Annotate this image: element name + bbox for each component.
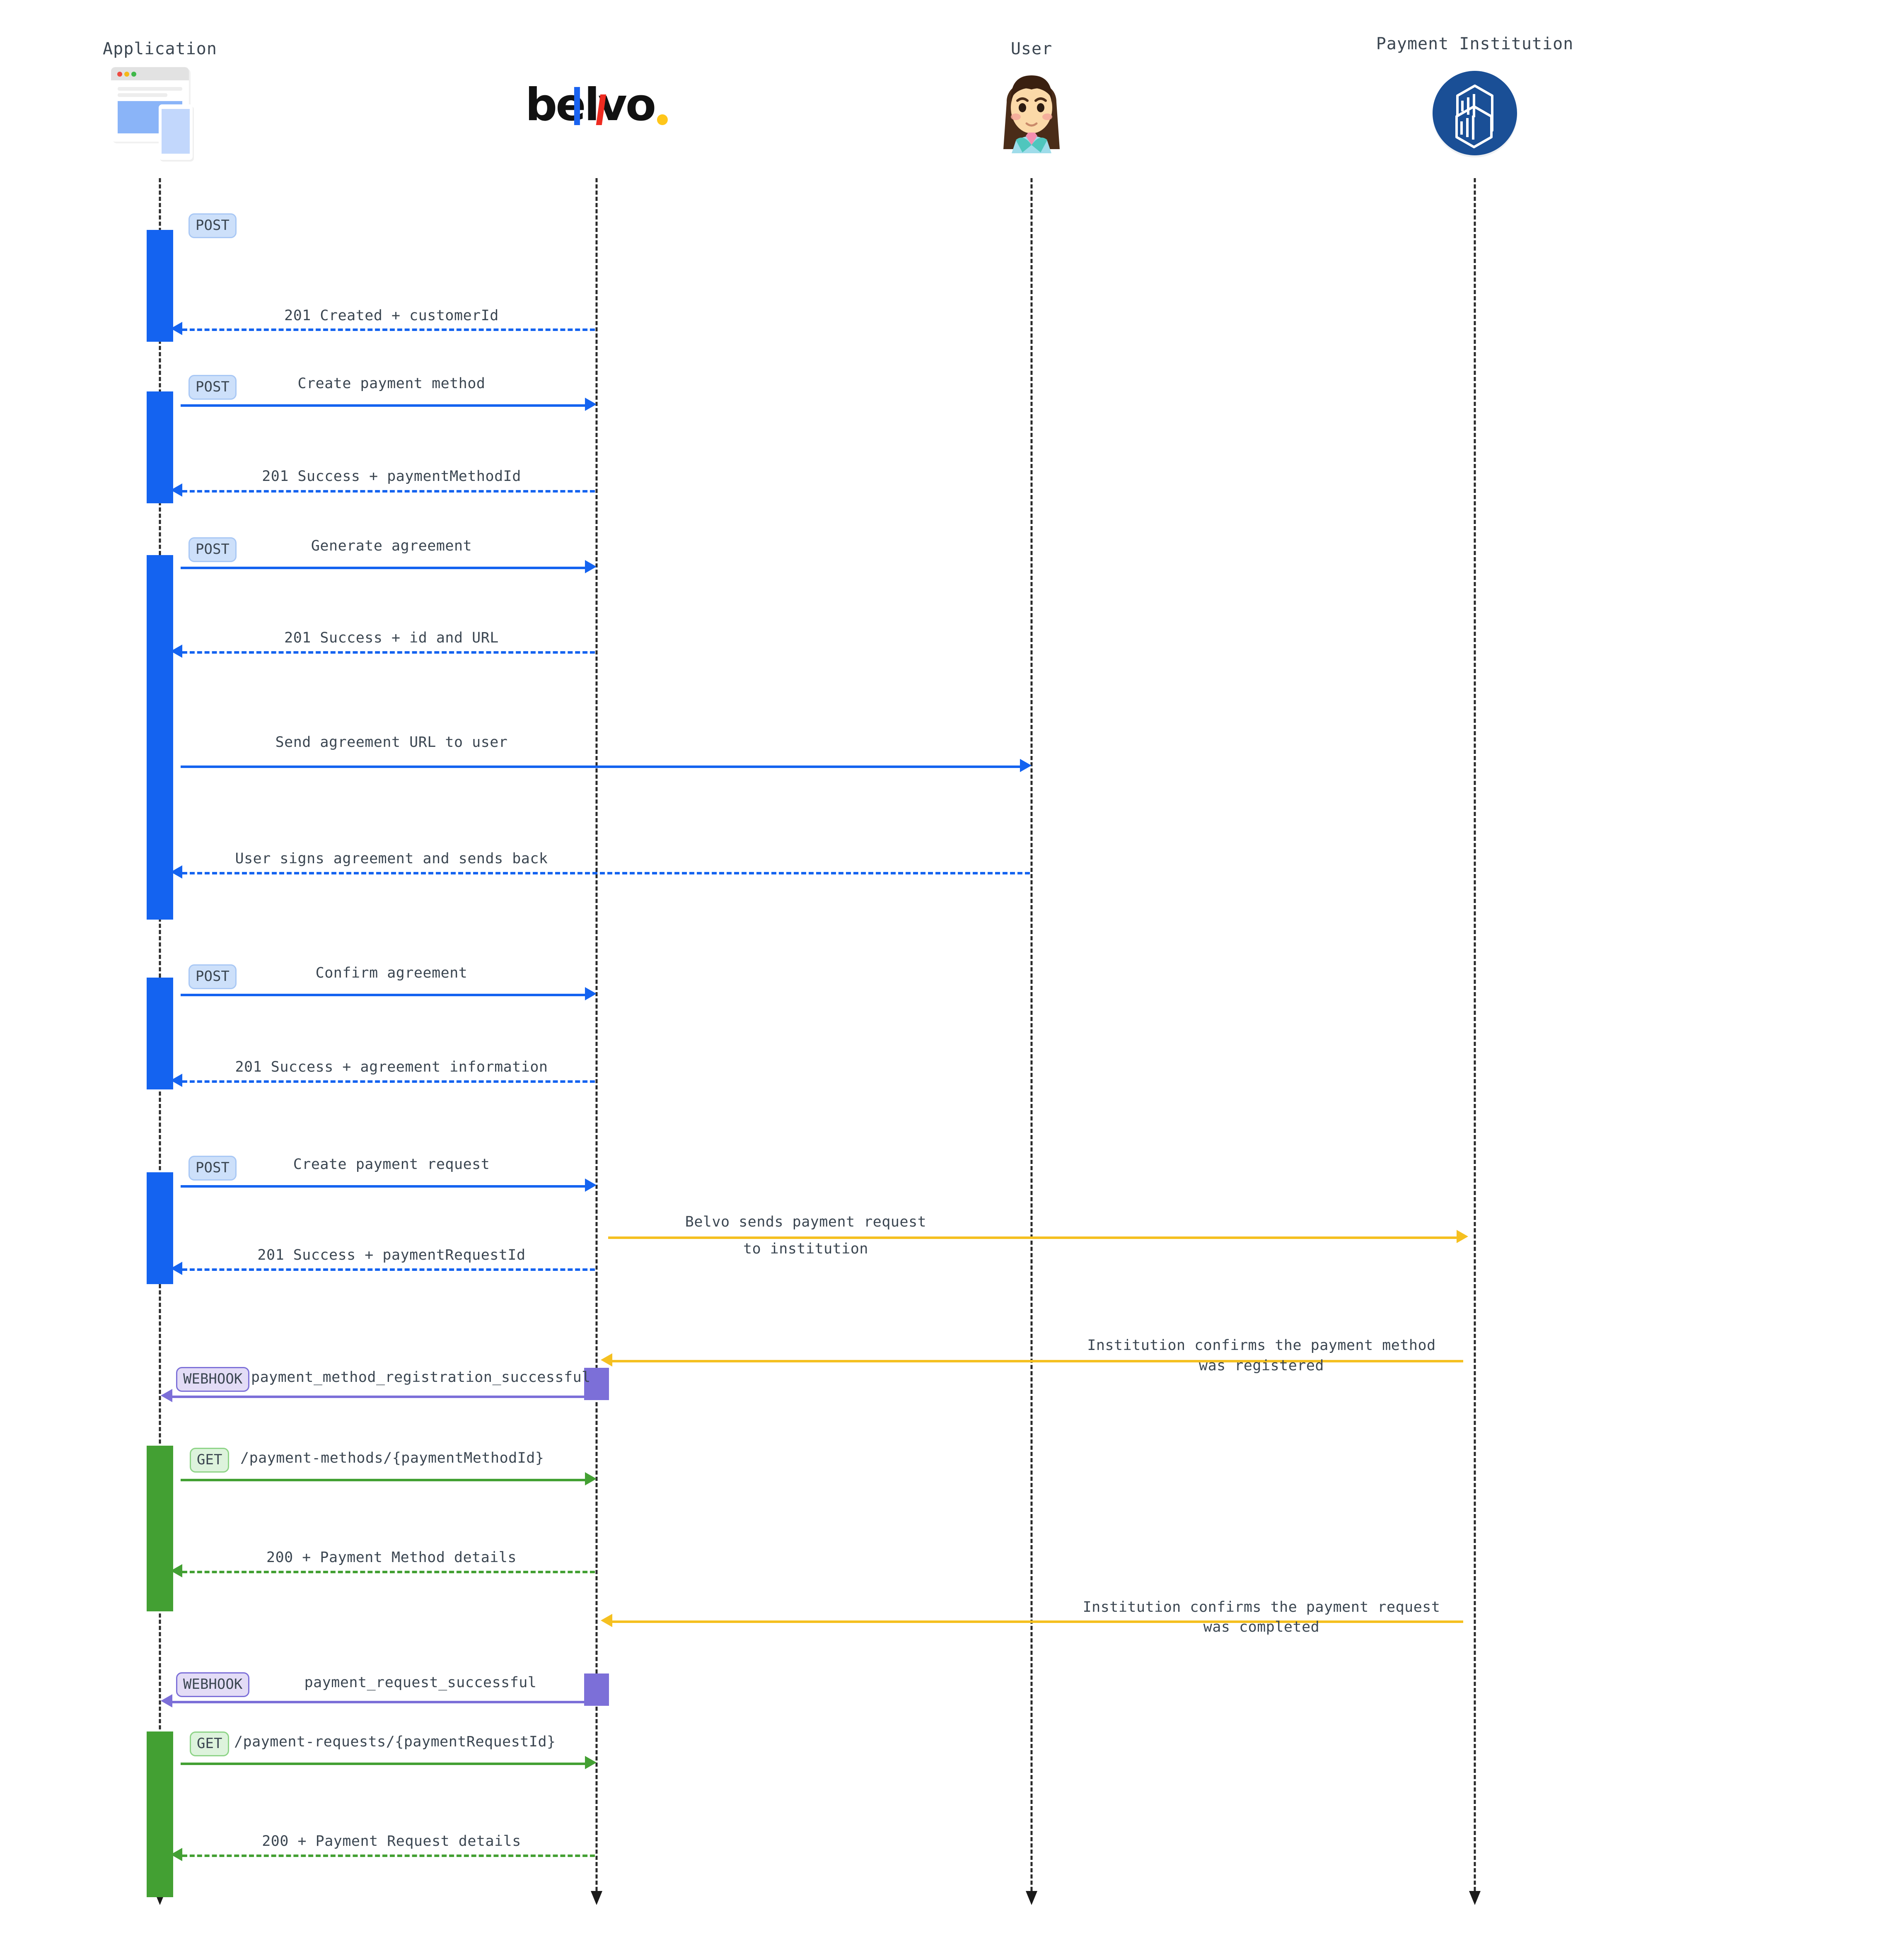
user-avatar-icon xyxy=(990,62,1073,159)
message-line-get-payment-requests xyxy=(181,1763,587,1765)
lifeline-end-arrow-user xyxy=(1026,1891,1037,1905)
message-label-institution-confirms-request-line2: was completed xyxy=(1203,1619,1320,1635)
activation-application-7 xyxy=(147,1731,173,1897)
message-line-generate-agreement xyxy=(181,567,587,569)
message-label-payment-request-successful: payment_request_successful xyxy=(304,1674,537,1691)
message-arrowhead-webhook-payment-request xyxy=(161,1694,172,1707)
message-label-201-payment-request-id: 201 Success + paymentRequestId xyxy=(257,1247,526,1263)
message-arrowhead-institution-confirms-request xyxy=(601,1614,612,1627)
message-line-user-signs-agreement xyxy=(182,872,1030,874)
message-label-payment-method-registration-successful: payment_method_registration_successful xyxy=(251,1369,591,1386)
belvo-dot xyxy=(657,114,668,125)
message-label-user-signs-agreement: User signs agreement and sends back xyxy=(235,850,548,867)
belvo-logo: belvo xyxy=(525,83,668,128)
message-line-belvo-sends-request xyxy=(608,1236,1458,1239)
message-arrowhead-confirm-agreement xyxy=(585,987,597,1000)
message-arrowhead-webhook-payment-method xyxy=(161,1389,172,1402)
message-label-institution-confirms-request-line1: Institution confirms the payment request xyxy=(1082,1599,1440,1616)
badge-webhook-2: WEBHOOK xyxy=(176,1672,250,1697)
message-arrowhead-201-payment-method-id xyxy=(171,483,182,497)
badge-get-2: GET xyxy=(190,1731,230,1756)
activation-application-1 xyxy=(147,230,173,342)
message-line-201-payment-method-id xyxy=(182,490,595,493)
message-arrowhead-201-created xyxy=(171,322,182,335)
browser-window-icon xyxy=(110,66,210,162)
message-label-get-payment-methods: /payment-methods/{paymentMethodId} xyxy=(240,1450,544,1466)
actor-label-user: User xyxy=(1010,39,1053,58)
badge-get-1: GET xyxy=(190,1448,230,1473)
message-label-belvo-sends-request-line1: Belvo sends payment request xyxy=(685,1214,927,1230)
belvo-blue-bar xyxy=(574,87,580,125)
activation-belvo-webhook-2 xyxy=(584,1673,609,1706)
message-label-institution-confirms-method-line2: was registered xyxy=(1198,1357,1324,1374)
message-line-201-agreement-information xyxy=(182,1080,595,1083)
lifeline-payment-institution xyxy=(1474,178,1476,1891)
message-line-200-payment-request-details xyxy=(182,1855,595,1857)
message-label-create-payment-request: Create payment request xyxy=(293,1156,490,1173)
message-line-get-payment-methods xyxy=(181,1479,587,1481)
message-arrowhead-send-agreement-url xyxy=(1020,759,1032,772)
lifeline-end-arrow-belvo xyxy=(591,1891,602,1905)
message-line-create-payment-request xyxy=(181,1185,587,1188)
message-label-200-payment-request-details: 200 + Payment Request details xyxy=(262,1833,521,1850)
message-arrowhead-201-id-and-url xyxy=(171,645,182,658)
message-label-generate-agreement: Generate agreement xyxy=(311,538,472,554)
message-label-create-payment-method: Create payment method xyxy=(297,375,486,392)
activation-application-6 xyxy=(147,1446,173,1611)
badge-post-1: POST xyxy=(188,213,237,238)
message-arrowhead-get-payment-requests xyxy=(585,1756,597,1769)
message-label-confirm-agreement: Confirm agreement xyxy=(315,965,468,981)
message-arrowhead-get-payment-methods xyxy=(585,1472,597,1485)
badge-post-5: POST xyxy=(188,1156,237,1181)
message-arrowhead-200-payment-method-details xyxy=(171,1564,182,1577)
message-arrowhead-200-payment-request-details xyxy=(171,1848,182,1861)
message-arrowhead-create-payment-request xyxy=(585,1178,597,1192)
message-line-201-payment-request-id xyxy=(182,1268,595,1271)
lifeline-user xyxy=(1030,178,1033,1891)
message-line-201-id-and-url xyxy=(182,651,595,654)
badge-webhook-1: WEBHOOK xyxy=(176,1367,250,1392)
message-label-201-created: 201 Created + customerId xyxy=(284,307,499,324)
message-arrowhead-create-payment-method xyxy=(585,398,597,411)
message-line-confirm-agreement xyxy=(181,994,587,996)
message-arrowhead-generate-agreement xyxy=(585,560,597,573)
actor-label-payment-institution: Payment Institution xyxy=(1376,34,1574,53)
message-arrowhead-user-signs-agreement xyxy=(171,865,182,879)
sequence-diagram: Application User Payment Institution bel… xyxy=(0,0,1904,1956)
message-arrowhead-belvo-sends-request xyxy=(1457,1230,1468,1243)
message-line-webhook-payment-method xyxy=(171,1396,585,1398)
activation-application-5 xyxy=(147,1172,173,1284)
message-label-201-id-and-url: 201 Success + id and URL xyxy=(284,630,499,646)
message-arrowhead-institution-confirms-method xyxy=(601,1353,612,1367)
message-line-webhook-payment-request xyxy=(171,1701,585,1703)
lifeline-end-arrow-payment-institution xyxy=(1469,1891,1481,1905)
message-line-send-agreement-url xyxy=(181,765,1022,768)
message-label-200-payment-method-details: 200 + Payment Method details xyxy=(266,1549,517,1566)
message-label-belvo-sends-request-line2: to institution xyxy=(743,1241,869,1257)
activation-application-3 xyxy=(147,555,173,920)
message-label-institution-confirms-method-line1: Institution confirms the payment method xyxy=(1087,1337,1436,1354)
badge-post-2: POST xyxy=(188,375,237,400)
bank-building-icon xyxy=(1429,68,1520,161)
belvo-wordmark: belvo xyxy=(525,79,656,131)
actor-label-application: Application xyxy=(103,39,217,58)
message-line-200-payment-method-details xyxy=(182,1571,595,1573)
message-line-create-payment-method xyxy=(181,404,587,407)
activation-application-4 xyxy=(147,978,173,1089)
message-arrowhead-201-agreement-information xyxy=(171,1074,182,1087)
badge-post-3: POST xyxy=(188,537,237,562)
message-label-get-payment-requests: /payment-requests/{paymentRequestId} xyxy=(234,1734,556,1750)
message-label-send-agreement-url: Send agreement URL to user xyxy=(275,734,508,751)
message-line-institution-confirms-method xyxy=(612,1360,1463,1362)
message-label-201-payment-method-id: 201 Success + paymentMethodId xyxy=(262,468,521,485)
message-line-201-created xyxy=(182,328,595,331)
activation-application-2 xyxy=(147,391,173,503)
badge-post-4: POST xyxy=(188,964,237,989)
lifeline-belvo xyxy=(595,178,598,1891)
message-line-institution-confirms-request xyxy=(612,1620,1463,1623)
message-arrowhead-201-payment-request-id xyxy=(171,1262,182,1275)
message-label-201-agreement-information: 201 Success + agreement information xyxy=(235,1059,548,1075)
